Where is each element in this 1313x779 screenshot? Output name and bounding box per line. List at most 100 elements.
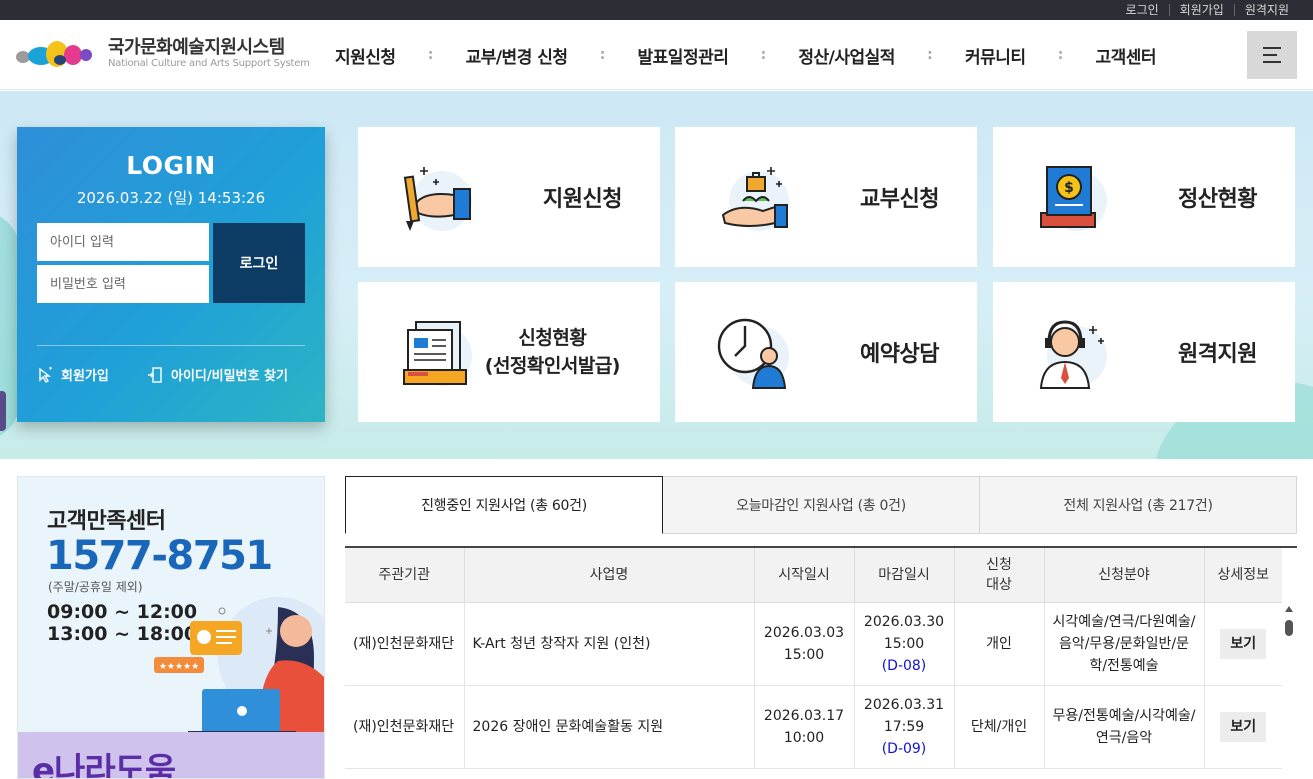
customer-center-note: (주말/공휴일 제외) [48,580,143,594]
cell-start: 2026.03.03 15:00 [753,602,854,686]
cell-detail: 보기 [1203,685,1282,769]
end-time: 17:59 [883,718,925,735]
login-datetime: 2026.03.22 (일) 14:53:26 [76,189,266,207]
start-time: 10:00 [783,729,825,746]
start-date: 2026.03.17 [763,707,845,724]
tab-closing-today[interactable]: 오늘마감인 지원사업 (총 0건) [663,476,980,534]
tab-all[interactable]: 전체 지원사업 (총 217건) [980,476,1297,534]
utility-bar: 로그인 회원가입 원격지원 [0,0,1313,20]
nav-community[interactable]: 커뮤니티 [965,43,1026,68]
nav-grant-change[interactable]: 교부/변경 신청 [466,43,568,68]
column-header-detail: 상세정보 [1203,548,1282,603]
column-header-name: 사업명 [463,548,754,603]
scroll-thumb[interactable] [1285,620,1293,636]
end-time: 15:00 [883,635,925,652]
hand-grant-icon [713,157,793,237]
svg-text:$: $ [1064,180,1074,196]
quick-grant-card[interactable]: 교부신청 [675,127,977,267]
end-date: 2026.03.30 [863,613,945,630]
signup-link[interactable]: 회원가입 [1168,4,1234,16]
column-header-start: 시작일시 [753,548,854,603]
nav-apply[interactable]: 지원신청 [335,43,396,68]
clock-person-icon [713,312,793,392]
remote-support-link[interactable]: 원격지원 [1233,4,1299,16]
site-logo[interactable]: 국가문화예술지원시스템 National Culture and Arts Su… [16,38,310,70]
login-title: LOGIN [126,151,216,180]
login-link[interactable]: 로그인 [1116,4,1169,16]
quick-grant-label: 교부신청 [860,187,939,212]
password-input[interactable] [37,265,209,303]
login-panel: LOGIN 2026.03.22 (일) 14:53:26 로그인 회원가입 아… [17,127,325,422]
scroll-up-icon[interactable] [1285,606,1293,612]
username-input[interactable] [37,223,209,261]
cursor-icon [39,366,52,383]
nav-announcement-schedule[interactable]: 발표일정관리 [638,43,729,68]
customer-center-title: 고객만족센터 [47,509,166,534]
quick-reservation-card[interactable]: 예약상담 [675,282,977,422]
table-row: (재)인천문화재단 2026 장애인 문화예술활동 지원 2026.03.17 1… [345,685,1282,769]
program-tabs: 진행중인 지원사업 (총 60건) 오늘마감인 지원사업 (총 0건) 전체 지… [345,476,1297,534]
table-scrollbar[interactable] [1282,602,1297,779]
coin-ledger-icon: $ [1031,157,1111,237]
nav-separator: : [1057,47,1064,63]
nav-separator: : [760,47,767,63]
e-nara-banner-text: e나라도움 [32,751,176,779]
cell-field: 무용/전통예술/시각예술/연극/음악 [1043,685,1204,769]
cell-org: (재)인천문화재단 [345,602,464,686]
quick-apply-label: 지원신청 [543,187,622,212]
quick-apply-card[interactable]: 지원신청 [358,127,660,267]
signup-button[interactable]: 회원가입 [37,365,109,384]
program-table: 주관기관 사업명 시작일시 마감일시 신청 대상 신청분야 상세정보 (재)인천… [345,546,1297,779]
call-agent-illustration-icon: ★★★★★ [154,597,324,737]
column-header-target: 신청 대상 [953,548,1044,603]
table-header-row: 주관기관 사업명 시작일시 마감일시 신청 대상 신청분야 상세정보 [345,548,1282,603]
nav-settlement[interactable]: 정산/사업실적 [798,43,895,68]
column-header-org: 주관기관 [345,548,464,603]
find-account-button[interactable]: 아이디/비밀번호 찾기 [147,365,288,384]
cell-end: 2026.03.30 15:00 (D-08) [853,602,954,686]
main-nav: 지원신청 : 교부/변경 신청 : 발표일정관리 : 정산/사업실적 : 커뮤니… [335,20,1157,90]
tab-ongoing[interactable]: 진행중인 지원사업 (총 60건) [345,476,663,534]
start-time: 15:00 [783,646,825,663]
headset-agent-icon [1031,312,1111,392]
customer-center-panel: 고객만족센터 1577-8751 (주말/공휴일 제외) 09:00 ~ 12:… [17,476,325,779]
cell-start: 2026.03.17 10:00 [753,685,854,769]
column-header-field: 신청분야 [1043,548,1204,603]
login-button[interactable]: 로그인 [213,223,305,303]
documents-icon [396,312,476,392]
nav-separator: : [599,47,606,63]
quick-remote-card[interactable]: 원격지원 [993,282,1295,422]
cell-org: (재)인천문화재단 [345,685,464,769]
logo-title: 국가문화예술지원시스템 [108,37,285,58]
cell-field: 시각예술/연극/다원예술/음악/무용/문화일반/문학/전통예술 [1043,602,1204,686]
view-detail-button[interactable]: 보기 [1220,628,1267,659]
d-day-badge: (D-09) [881,740,927,757]
quick-settlement-label: 정산현황 [1178,187,1257,212]
e-nara-banner[interactable]: e나라도움 [18,732,324,779]
nav-customer-center[interactable]: 고객센터 [1096,43,1157,68]
hand-pencil-icon [396,157,476,237]
column-header-end: 마감일시 [853,548,954,603]
logo-mark-icon [16,39,98,69]
quick-reservation-label: 예약상담 [860,342,939,367]
cell-target: 개인 [953,602,1044,686]
customer-center-phone: 1577-8751 [46,533,273,579]
nav-separator: : [927,47,933,63]
cell-detail: 보기 [1203,602,1282,686]
quick-status-label-line2: (선정확인서발급) [484,355,621,377]
find-account-label: 아이디/비밀번호 찾기 [171,369,288,384]
quick-status-label: 신청현황 (선정확인서발급) [484,282,621,422]
start-date: 2026.03.03 [763,624,845,641]
signup-label: 회원가입 [61,369,109,384]
quick-remote-label: 원격지원 [1178,342,1257,367]
hamburger-menu-icon[interactable] [1247,31,1297,79]
quick-settlement-card[interactable]: $ 정산현황 [993,127,1295,267]
end-date: 2026.03.31 [863,696,945,713]
quick-status-card[interactable]: 신청현황 (선정확인서발급) [358,282,660,422]
view-detail-button[interactable]: 보기 [1220,711,1267,742]
quick-status-label-line1: 신청현황 [518,327,587,349]
cell-name: 2026 장애인 문화예술활동 지원 [463,685,754,769]
d-day-badge: (D-08) [881,657,927,674]
table-row: (재)인천문화재단 K-Art 청년 창작자 지원 (인천) 2026.03.0… [345,602,1282,686]
cell-end: 2026.03.31 17:59 (D-09) [853,685,954,769]
